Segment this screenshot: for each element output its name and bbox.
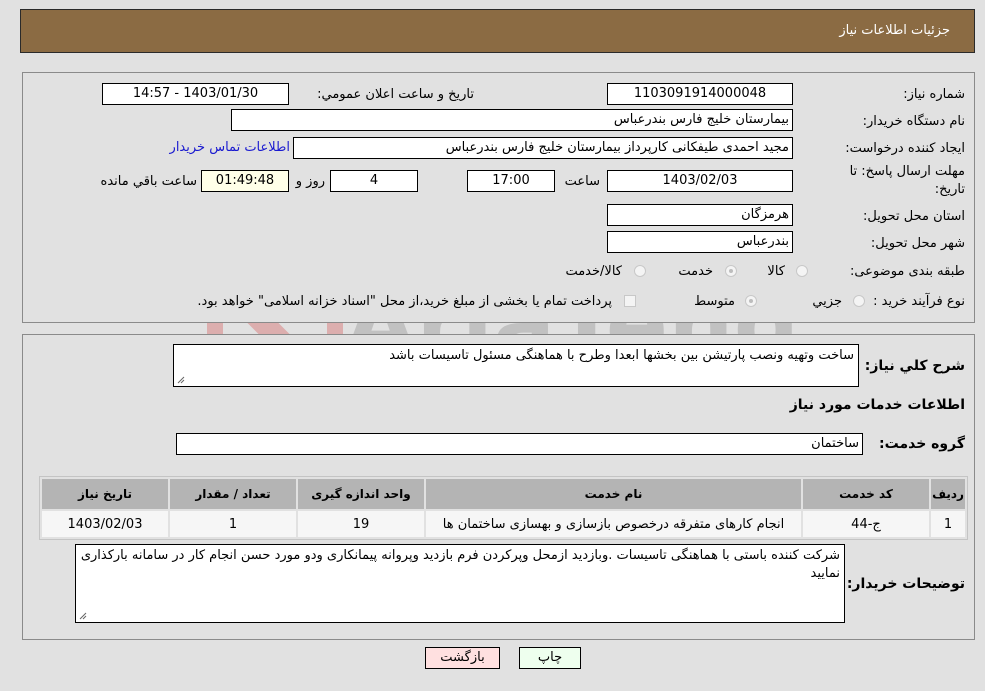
buyer-contact-link[interactable]: اطلاعات تماس خریدار bbox=[170, 140, 290, 155]
category-label: طبقه بندی موضوعی: bbox=[849, 264, 965, 279]
col-row-number: ردیف bbox=[931, 479, 965, 509]
buyer-org-field[interactable]: بیمارستان خلیج فارس بندرعباس bbox=[231, 109, 793, 131]
days-remaining-field[interactable]: 4 bbox=[330, 170, 418, 192]
print-button[interactable]: چاپ bbox=[519, 647, 581, 669]
resize-grip-icon[interactable] bbox=[79, 612, 87, 620]
deadline-time-field[interactable]: 17:00 bbox=[467, 170, 555, 192]
treasury-checkbox-label: پرداخت تمام یا بخشی از مبلغ خرید،از محل … bbox=[197, 294, 612, 309]
category-option-service: خدمت bbox=[678, 264, 713, 279]
process-radio-minor[interactable] bbox=[853, 295, 865, 307]
announce-label: تاریخ و ساعت اعلان عمومي: bbox=[317, 87, 474, 102]
cell-need-date: 1403/02/03 bbox=[42, 511, 168, 537]
services-table-header: ردیف کد خدمت نام خدمت واحد اندازه گیری ت… bbox=[42, 479, 965, 509]
description-textarea[interactable]: ساخت وتهیه ونصب پارتیشن بین بخشها ابعدا … bbox=[173, 344, 859, 387]
process-label: نوع فرآیند خرید : bbox=[873, 294, 965, 309]
col-quantity: تعداد / مقدار bbox=[170, 479, 296, 509]
col-unit: واحد اندازه گیری bbox=[298, 479, 424, 509]
col-service-code: کد خدمت bbox=[803, 479, 929, 509]
deadline-date-field[interactable]: 1403/02/03 bbox=[607, 170, 793, 192]
service-group-label: گروه خدمت: bbox=[879, 436, 965, 452]
category-option-goods: کالا bbox=[767, 264, 785, 279]
announce-datetime-field[interactable]: 1403/01/30 - 14:57 bbox=[102, 83, 289, 105]
table-row: 1 ج-44 انجام کارهای متفرقه درخصوص بازساز… bbox=[42, 511, 965, 537]
col-service-name: نام خدمت bbox=[426, 479, 801, 509]
description-text: ساخت وتهیه ونصب پارتیشن بین بخشها ابعدا … bbox=[389, 348, 854, 363]
services-section-title: اطلاعات خدمات مورد نیاز bbox=[789, 397, 965, 413]
creator-label: ایجاد کننده درخواست: bbox=[845, 141, 965, 156]
treasury-checkbox[interactable] bbox=[624, 295, 636, 307]
resize-grip-icon[interactable] bbox=[177, 376, 185, 384]
need-number-label: شماره نیاز: bbox=[903, 87, 965, 102]
deadline-label: مهلت ارسال پاسخ: تا bbox=[849, 164, 965, 179]
page-title: جزئیات اطلاعات نیاز bbox=[839, 23, 950, 38]
buyer-notes-text: شرکت کننده باستی با هماهنگی تاسیسات .وبا… bbox=[80, 548, 840, 581]
back-button[interactable]: بازگشت bbox=[425, 647, 500, 669]
buyer-notes-label: توضیحات خریدار: bbox=[846, 576, 965, 592]
cell-service-code: ج-44 bbox=[803, 511, 929, 537]
cell-quantity: 1 bbox=[170, 511, 296, 537]
remaining-time-label: ساعت باقي مانده bbox=[100, 174, 197, 189]
province-label: استان محل تحویل: bbox=[863, 209, 965, 224]
services-table: ردیف کد خدمت نام خدمت واحد اندازه گیری ت… bbox=[39, 476, 968, 540]
days-label: روز و bbox=[295, 174, 325, 189]
service-group-field[interactable]: ساختمان bbox=[176, 433, 863, 455]
process-option-minor: جزيي bbox=[812, 294, 842, 309]
deadline-time-label: ساعت bbox=[564, 174, 600, 189]
page-header: جزئیات اطلاعات نیاز bbox=[20, 9, 975, 53]
creator-field[interactable]: مجید احمدی طیفکانی کارپرداز بیمارستان خل… bbox=[293, 137, 793, 159]
cell-unit: 19 bbox=[298, 511, 424, 537]
cell-row-number: 1 bbox=[931, 511, 965, 537]
category-radio-service[interactable] bbox=[725, 265, 737, 277]
category-option-goods-service: کالا/خدمت bbox=[565, 264, 622, 279]
remaining-time-field: 01:49:48 bbox=[201, 170, 289, 192]
category-radio-goods-service[interactable] bbox=[634, 265, 646, 277]
category-radio-goods[interactable] bbox=[796, 265, 808, 277]
city-label: شهر محل تحویل: bbox=[870, 236, 965, 251]
cell-service-name: انجام کارهای متفرقه درخصوص بازسازی و بهس… bbox=[426, 511, 801, 537]
need-number-field[interactable]: 1103091914000048 bbox=[607, 83, 793, 105]
process-option-medium: متوسط bbox=[694, 294, 735, 309]
col-need-date: تاریخ نیاز bbox=[42, 479, 168, 509]
province-field[interactable]: هرمزگان bbox=[607, 204, 793, 226]
description-label: شرح كلي نیاز: bbox=[864, 358, 965, 374]
deadline-label-line2: تاریخ: bbox=[934, 182, 965, 197]
buyer-org-label: نام دستگاه خریدار: bbox=[862, 114, 965, 129]
city-field[interactable]: بندرعباس bbox=[607, 231, 793, 253]
buyer-notes-textarea[interactable]: شرکت کننده باستی با هماهنگی تاسیسات .وبا… bbox=[75, 544, 845, 623]
process-radio-medium[interactable] bbox=[745, 295, 757, 307]
